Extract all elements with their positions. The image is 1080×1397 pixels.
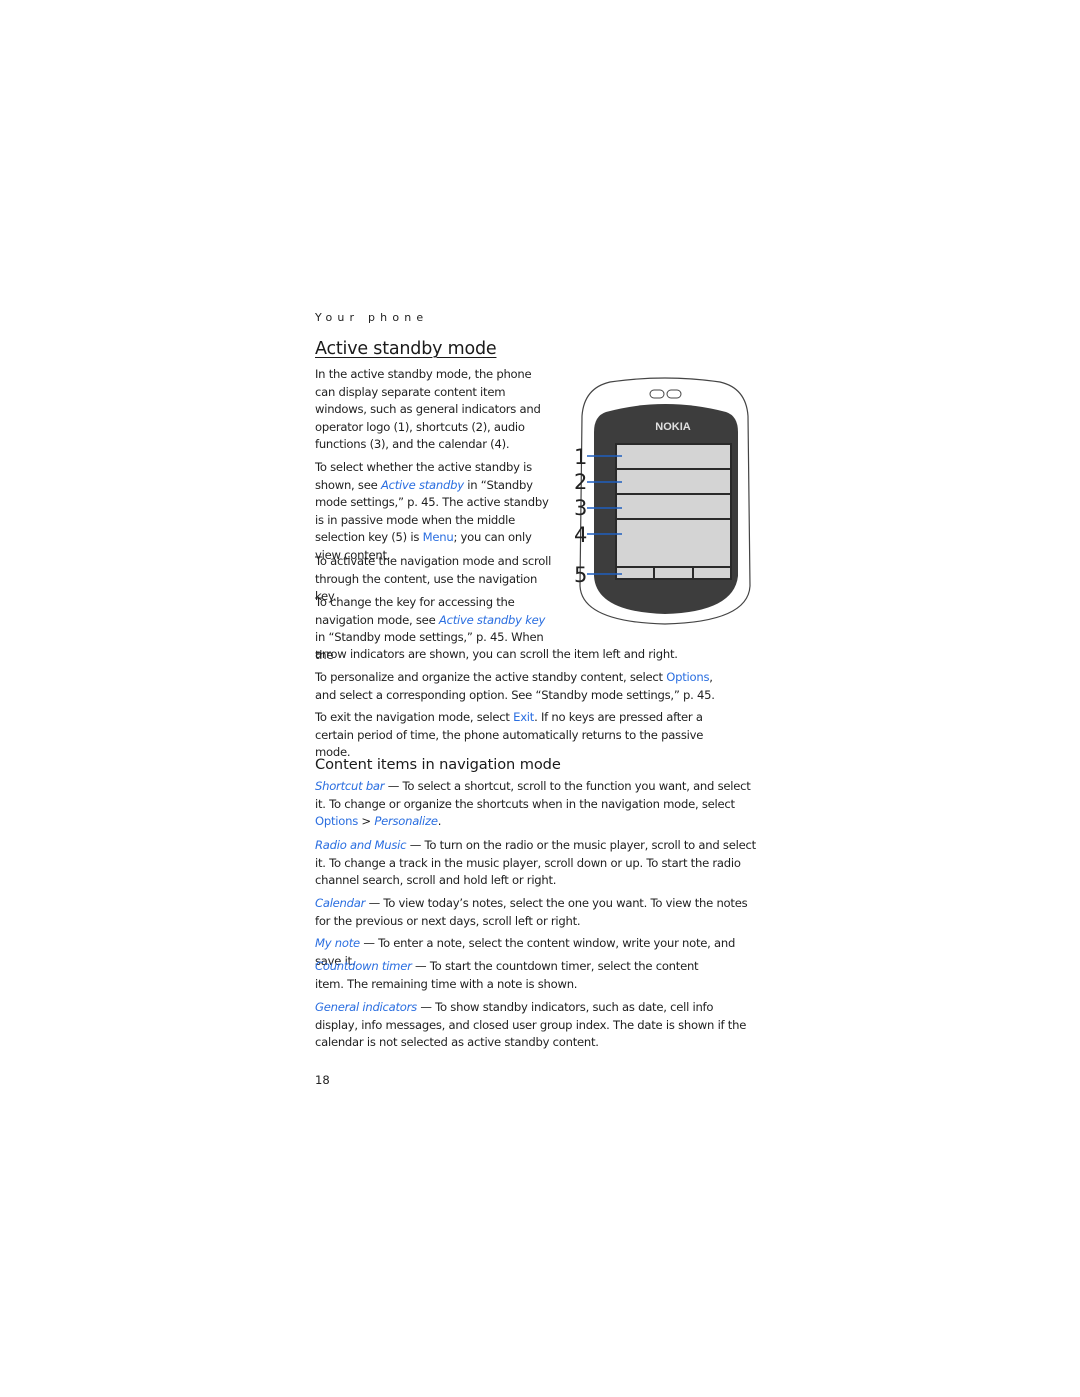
personalize-paragraph: To personalize and organize the active s…: [315, 670, 715, 702]
screen-window-1: [617, 445, 730, 468]
shortcut-bar-term: Shortcut bar: [315, 779, 385, 793]
item-general-indicators: General indicators — To show standby ind…: [315, 1000, 747, 1050]
callout-1: 1: [574, 445, 587, 469]
my-note-term: My note: [315, 936, 360, 950]
brand-logo: NOKIA: [655, 421, 691, 433]
item-shortcut-bar: Shortcut bar — To select a shortcut, scr…: [315, 779, 751, 829]
earpiece-right: [666, 389, 682, 399]
callout-2: 2: [574, 470, 587, 494]
active-standby-key-link[interactable]: Active standby key: [439, 613, 546, 627]
softkey-left: [617, 568, 653, 578]
earpiece-left: [649, 389, 665, 399]
calendar-term: Calendar: [315, 896, 366, 910]
subsection-title: Content items in navigation mode: [315, 756, 561, 773]
softkey-middle: [655, 568, 692, 578]
intro-paragraph: In the active standby mode, the phone ca…: [315, 367, 541, 452]
radio-music-term: Radio and Music: [315, 838, 407, 852]
softkey-right: [694, 568, 730, 578]
menu-key-label: Menu: [422, 530, 454, 545]
exit-key-label: Exit: [513, 710, 535, 724]
screen-window-3: [617, 495, 730, 518]
item-radio-music: Radio and Music — To turn on the radio o…: [315, 838, 756, 888]
item-countdown-timer: Countdown timer — To start the countdown…: [315, 959, 699, 991]
arrow-indicators-line: arrow indicators are shown, you can scro…: [315, 647, 678, 661]
section-title: Active standby mode: [315, 339, 497, 359]
active-standby-link[interactable]: Active standby: [381, 478, 464, 492]
running-head: Your phone: [315, 311, 429, 324]
options-key-label: Options: [315, 814, 358, 829]
callout-3: 3: [574, 496, 587, 520]
callout-4: 4: [574, 523, 587, 547]
passive-mode-paragraph: To select whether the active standby is …: [315, 460, 549, 562]
screen-window-2: [617, 470, 730, 493]
page-number: 18: [315, 1073, 330, 1087]
phone-illustration: NOKIA 1 2 3 4 5: [574, 377, 751, 625]
item-calendar: Calendar — To view today’s notes, select…: [315, 896, 748, 928]
countdown-timer-term: Countdown timer: [315, 959, 412, 973]
options-key-label: Options: [666, 670, 710, 684]
callout-5: 5: [574, 563, 587, 587]
general-indicators-term: General indicators: [315, 1000, 417, 1014]
exit-paragraph: To exit the navigation mode, select Exit…: [315, 710, 704, 760]
screen-window-4: [617, 520, 730, 566]
personalize-path: Personalize: [374, 814, 438, 829]
